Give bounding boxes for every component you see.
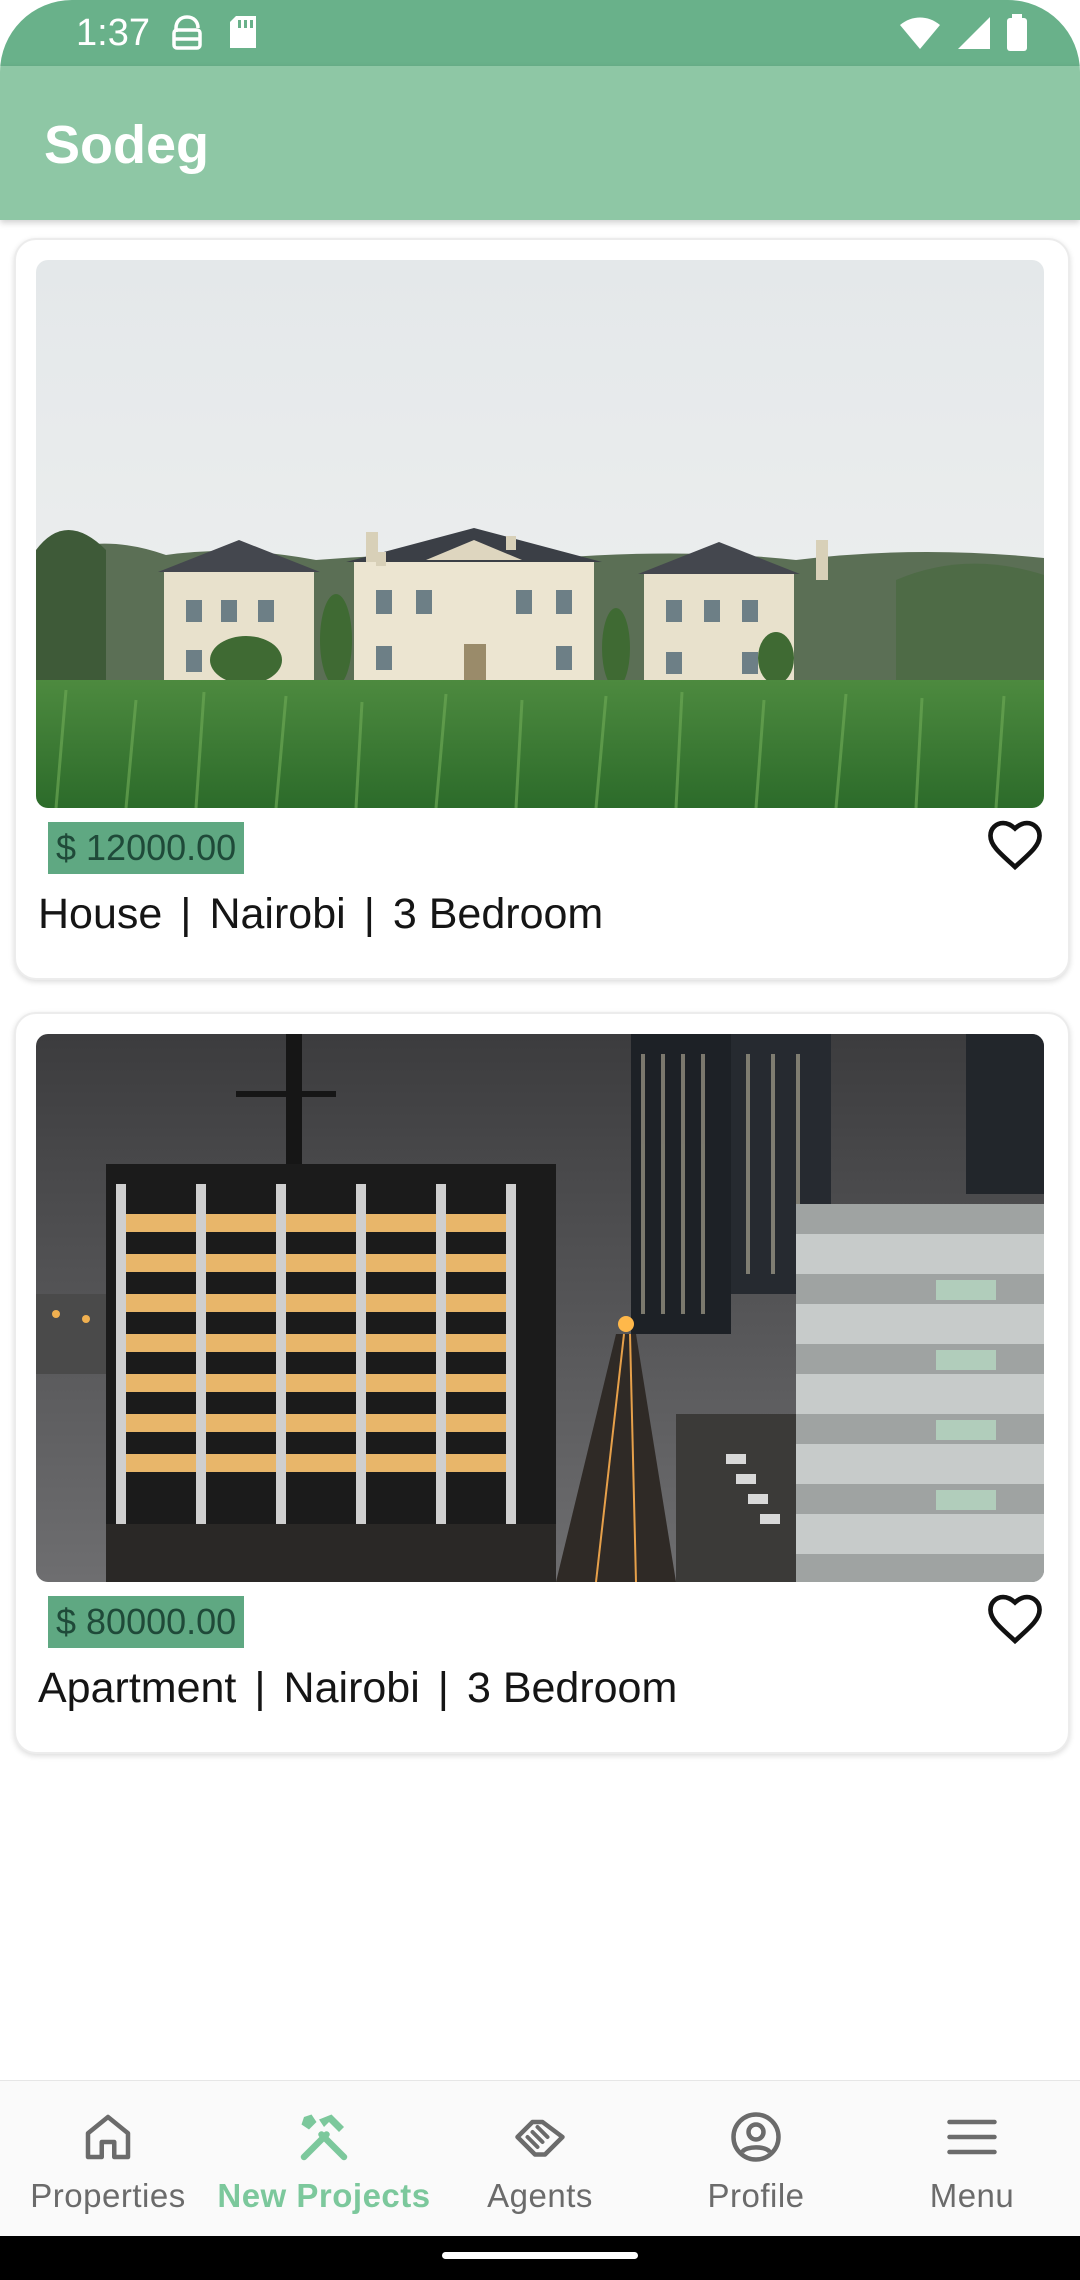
house-photo[interactable] (36, 260, 1044, 808)
handshake-icon (515, 2119, 565, 2157)
tools-icon (300, 2114, 348, 2161)
signal-icon (958, 17, 990, 49)
property-bedrooms: 3 Bedroom (392, 890, 604, 938)
nav-item-new-projects[interactable]: New Projects (216, 2081, 432, 2237)
separator: | (363, 890, 375, 938)
property-location: Nairobi (209, 890, 346, 938)
apartment-photo[interactable] (36, 1034, 1044, 1582)
nav-item-agents[interactable]: Agents (432, 2081, 648, 2237)
app-title: Sodeg (44, 115, 210, 175)
property-location: Nairobi (283, 1664, 420, 1712)
nav-label: New Projects (217, 2177, 431, 2214)
menu-icon (947, 2119, 997, 2155)
wifi-icon (900, 17, 940, 49)
battery-icon (1007, 14, 1027, 51)
gesture-bar (0, 2236, 1080, 2280)
home-indicator[interactable] (442, 2252, 638, 2259)
status-bar: 1:37 (0, 0, 1080, 66)
nav-label: Agents (487, 2177, 593, 2214)
property-type: House (38, 890, 163, 938)
app-bar: Sodeg (0, 66, 1080, 220)
nav-item-properties[interactable]: Properties (0, 2081, 216, 2237)
price-tag: $ 80000.00 (48, 1596, 245, 1648)
listing-card[interactable]: $ 12000.00 House | Nairobi | 3 Bedroom (14, 238, 1070, 980)
status-time: 1:37 (76, 12, 150, 54)
heart-outline-icon (988, 820, 1042, 871)
price-tag: $ 12000.00 (48, 822, 245, 874)
heart-outline-icon (988, 1594, 1042, 1645)
favorite-button[interactable] (984, 1588, 1046, 1650)
separator: | (180, 890, 192, 938)
listing-details: House | Nairobi | 3 Bedroom (38, 890, 603, 939)
sd-card-icon (230, 16, 256, 48)
property-type: Apartment (38, 1664, 237, 1712)
app-screen: 1:37 Sodeg $ 12000.00 House | Nairobi | … (0, 0, 1080, 2280)
nav-label: Profile (707, 2177, 805, 2214)
nav-label: Properties (30, 2177, 186, 2214)
nav-item-profile[interactable]: Profile (648, 2081, 864, 2237)
home-icon (85, 2114, 131, 2160)
property-bedrooms: 3 Bedroom (466, 1664, 678, 1712)
nav-item-menu[interactable]: Menu (864, 2081, 1080, 2237)
vpn-icon (172, 15, 202, 50)
account-circle-icon (731, 2112, 781, 2162)
listing-card[interactable]: $ 80000.00 Apartment | Nairobi | 3 Bedroom (14, 1012, 1070, 1754)
bottom-navigation: Properties New Projects Agents Profile M… (0, 2080, 1080, 2237)
separator: | (437, 1664, 449, 1712)
listing-details: Apartment | Nairobi | 3 Bedroom (38, 1664, 677, 1713)
separator: | (254, 1664, 266, 1712)
nav-label: Menu (929, 2177, 1015, 2214)
favorite-button[interactable] (984, 814, 1046, 876)
